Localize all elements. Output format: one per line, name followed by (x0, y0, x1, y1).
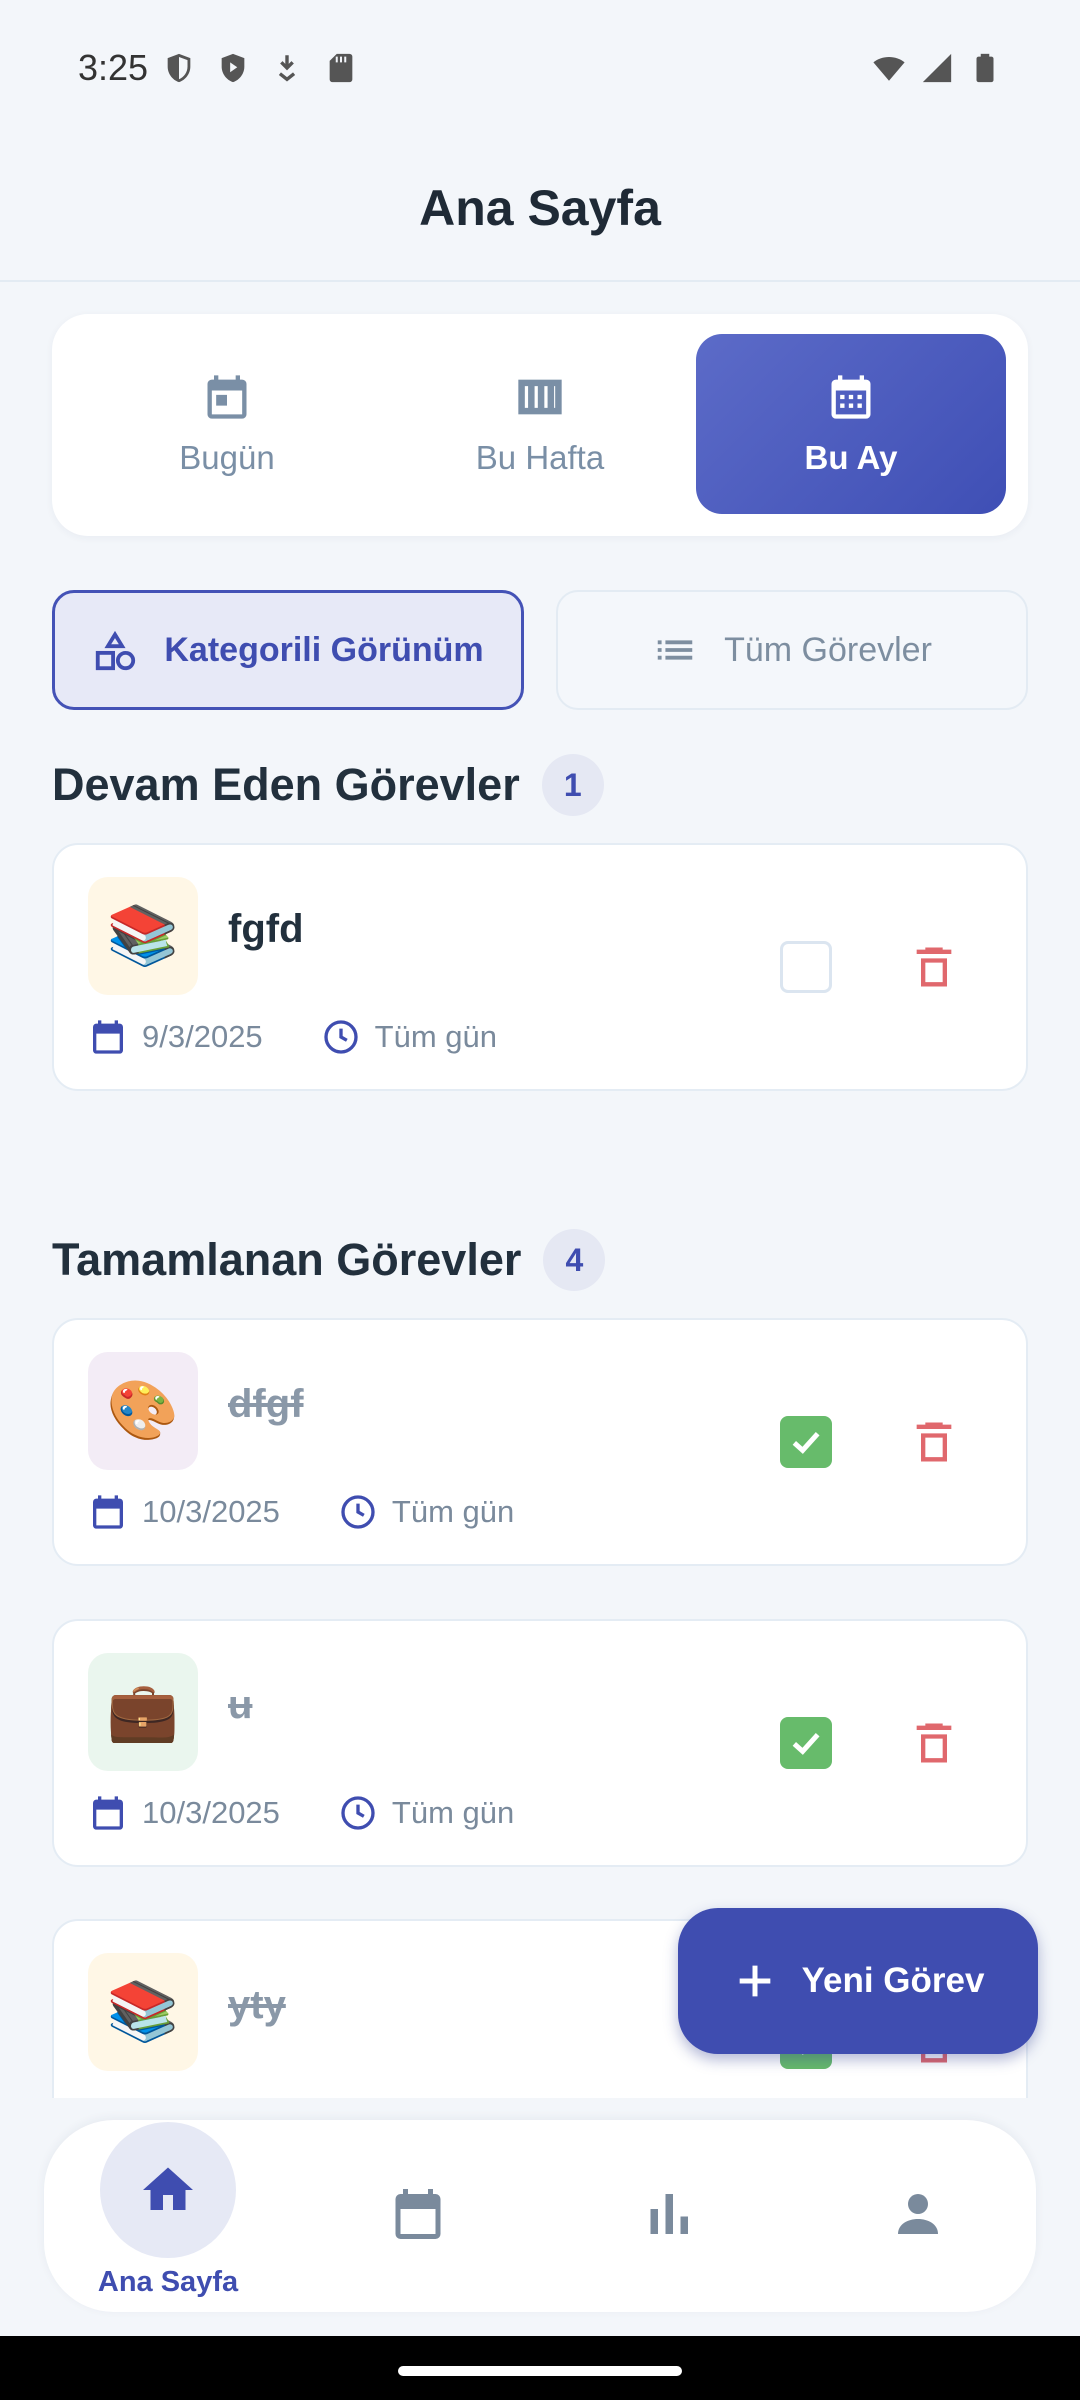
shield-outline-icon (162, 51, 196, 85)
clock-icon (341, 1495, 375, 1529)
all-tasks-button[interactable]: Tüm Görevler (556, 590, 1028, 710)
sd-card-icon (324, 51, 358, 85)
category-emoji: 📚 (88, 1953, 198, 2071)
main-content[interactable]: Bugün Bu Hafta Bu Ay Kategorili Görünüm … (0, 284, 1080, 2098)
app-header: Ana Sayfa (0, 136, 1080, 282)
calendar-icon (93, 1495, 123, 1529)
plus-icon (739, 1965, 770, 1997)
delete-button[interactable] (904, 1412, 964, 1472)
category-emoji: 📚 (88, 877, 198, 995)
home-indicator[interactable] (398, 2366, 682, 2376)
week-columns-icon (518, 379, 562, 415)
categorized-view-button[interactable]: Kategorili Görünüm (52, 590, 524, 710)
status-time: 3:25 (78, 47, 149, 88)
page-title: Ana Sayfa (419, 180, 661, 236)
home-icon (143, 2167, 193, 2210)
tab-this-week[interactable]: Bu Hafta (385, 334, 695, 514)
trash-icon (916, 1422, 952, 1462)
calendar-day-icon (207, 375, 247, 419)
check-icon (792, 1732, 820, 1755)
period-selector: Bugün Bu Hafta Bu Ay (52, 314, 1028, 536)
task-date: 9/3/2025 (142, 1019, 263, 1054)
task-time: Tüm gün (374, 1019, 498, 1054)
task-time: Tüm gün (391, 1795, 515, 1830)
tab-this-week-label: Bu Hafta (475, 439, 605, 476)
task-name: dfgf (228, 1382, 304, 1426)
bottom-nav: Ana Sayfa (44, 2120, 1036, 2312)
categorized-view-label: Kategorili Görünüm (164, 630, 484, 669)
delete-button[interactable] (904, 1713, 964, 1773)
signal-icon (920, 51, 954, 85)
task-checkbox[interactable] (780, 941, 832, 993)
nav-home[interactable]: Ana Sayfa (68, 2120, 268, 2312)
task-name: u (228, 1683, 253, 1727)
task-checkbox[interactable] (780, 1416, 832, 1468)
tab-today-label: Bugün (179, 439, 275, 476)
category-emoji: 💼 (88, 1653, 198, 1771)
tab-today[interactable]: Bugün (72, 334, 382, 514)
delete-button[interactable] (904, 937, 964, 997)
task-card[interactable]: 🎨 dfgf 10/3/2025 Tüm gün (52, 1318, 1028, 1566)
check-icon (792, 1431, 820, 1454)
trash-icon (916, 947, 952, 987)
person-icon (898, 2194, 938, 2234)
calendar-icon (93, 1020, 123, 1054)
category-emoji: 🎨 (88, 1352, 198, 1470)
nav-home-label: Ana Sayfa (97, 2266, 239, 2298)
task-card[interactable]: 💼 u 10/3/2025 Tüm gün (52, 1619, 1028, 1867)
calendar-icon (93, 1796, 123, 1830)
category-shapes-icon (96, 630, 136, 671)
battery-icon (968, 51, 1002, 85)
calendar-month-icon (831, 375, 871, 419)
clock-icon (324, 1020, 358, 1054)
task-card[interactable]: 📚 fgfd 9/3/2025 Tüm gün (52, 843, 1028, 1091)
count-badge: 4 (543, 1229, 606, 1291)
task-name: fgfd (228, 907, 304, 951)
tab-this-month[interactable]: Bu Ay (696, 334, 1006, 514)
task-time: Tüm gün (391, 1494, 515, 1529)
bar-chart-icon (650, 2194, 688, 2234)
count-badge: 1 (541, 754, 604, 816)
task-meta: 10/3/2025 Tüm gün (88, 1793, 514, 1833)
download-icon (270, 51, 304, 85)
task-date: 10/3/2025 (142, 1795, 280, 1830)
task-meta: 10/3/2025 Tüm gün (88, 1492, 514, 1532)
calendar-icon (395, 2189, 441, 2239)
status-bar: 3:25 (0, 0, 1080, 136)
section-completed-header: Tamamlanan Görevler 4 (52, 1229, 606, 1291)
nav-statistics[interactable] (568, 2120, 768, 2312)
list-icon (657, 640, 693, 660)
all-tasks-label: Tüm Görevler (724, 630, 932, 669)
wifi-icon (872, 51, 906, 85)
section-in-progress-header: Devam Eden Görevler 1 (52, 754, 604, 816)
clock-icon (341, 1796, 375, 1830)
new-task-label: Yeni Görev (801, 1961, 985, 2000)
trash-icon (916, 1723, 952, 1763)
tab-this-month-label: Bu Ay (804, 439, 898, 476)
shield-play-icon (216, 51, 250, 85)
new-task-button[interactable]: Yeni Görev (678, 1908, 1038, 2054)
task-checkbox[interactable] (780, 1717, 832, 1769)
nav-calendar[interactable] (318, 2120, 518, 2312)
section-title: Tamamlanan Görevler (52, 1234, 522, 1285)
section-title: Devam Eden Görevler (52, 759, 520, 810)
task-meta: 9/3/2025 Tüm gün (88, 1017, 497, 1057)
task-date: 10/3/2025 (142, 1494, 280, 1529)
nav-profile[interactable] (818, 2120, 1018, 2312)
task-name: yty (228, 1983, 286, 2027)
